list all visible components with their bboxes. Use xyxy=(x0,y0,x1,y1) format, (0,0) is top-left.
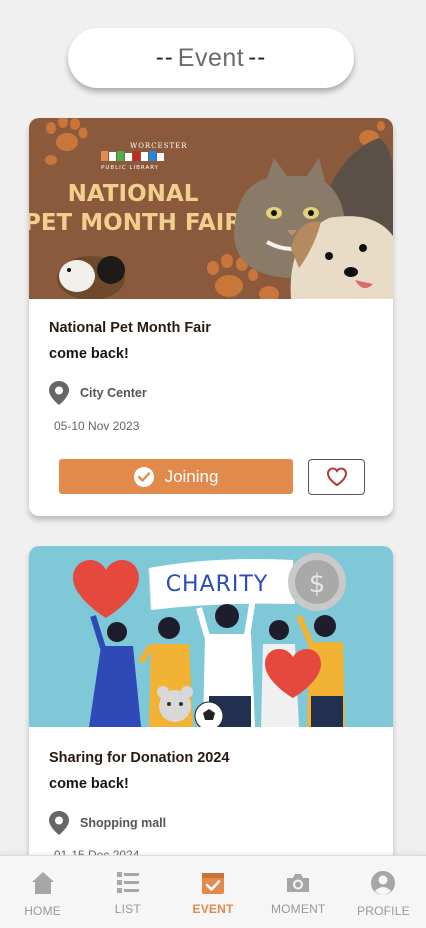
camera-icon xyxy=(287,874,310,892)
calendar-check-icon xyxy=(202,873,224,894)
list-icon xyxy=(116,872,139,893)
title-dash-right: -- xyxy=(248,44,267,71)
guinea-pig-illustration xyxy=(57,256,125,299)
page-title-pill: -- Event -- xyxy=(68,28,354,88)
event-screen: -- Event -- WORCESTER PUBLIC LIBRARY NAT… xyxy=(0,0,426,928)
location-pin-icon xyxy=(49,811,69,835)
event-location: Shopping mall xyxy=(48,810,166,836)
svg-text:PUBLIC LIBRARY: PUBLIC LIBRARY xyxy=(101,165,159,171)
svg-text:$: $ xyxy=(309,569,326,599)
home-icon xyxy=(31,872,54,894)
event-banner-pet-fair[interactable]: WORCESTER PUBLIC LIBRARY NATIONAL PET MO… xyxy=(29,118,393,299)
svg-text:WORCESTER: WORCESTER xyxy=(130,142,188,150)
soccer-ball-illustration xyxy=(194,701,224,727)
nav-label-list: LIST xyxy=(114,902,141,916)
nav-item-list[interactable]: LIST xyxy=(85,856,170,928)
event-subtitle: come back! xyxy=(49,776,129,792)
pet-fair-banner-image: WORCESTER PUBLIC LIBRARY NATIONAL PET MO… xyxy=(29,118,393,299)
svg-text:PET MONTH FAIR: PET MONTH FAIR xyxy=(29,210,242,236)
heart-icon xyxy=(326,467,347,487)
charity-banner-image: CHARITY $ xyxy=(29,546,393,727)
event-subtitle: come back! xyxy=(49,346,129,362)
svg-text:NATIONAL: NATIONAL xyxy=(68,181,199,207)
location-text: City Center xyxy=(80,386,147,400)
check-circle-icon xyxy=(133,466,154,487)
page-title: Event xyxy=(177,43,245,72)
nav-label-moment: MOMENT xyxy=(270,902,326,916)
event-banner-donation[interactable]: CHARITY $ xyxy=(29,546,393,727)
joining-button[interactable]: Joining xyxy=(59,459,293,494)
location-text: Shopping mall xyxy=(80,816,167,830)
location-pin-icon xyxy=(49,381,69,405)
event-title[interactable]: Sharing for Donation 2024 xyxy=(49,750,229,766)
nav-label-event: EVENT xyxy=(192,902,234,916)
event-card-donation[interactable]: CHARITY $ Sharing for Donation 2024 come… xyxy=(29,546,393,876)
title-dash-left: -- xyxy=(155,44,174,71)
event-card-pet-fair[interactable]: WORCESTER PUBLIC LIBRARY NATIONAL PET MO… xyxy=(29,118,393,516)
nav-item-moment[interactable]: MOMENT xyxy=(256,856,341,928)
nav-item-home[interactable]: HOME xyxy=(0,856,85,928)
bottom-navigation: HOME LIST EVENT MOMENT PROFILE xyxy=(0,855,426,928)
dollar-coin-illustration: $ xyxy=(288,553,346,611)
nav-label-profile: PROFILE xyxy=(357,904,410,918)
event-location: City Center xyxy=(48,380,147,406)
svg-text:CHARITY: CHARITY xyxy=(166,572,269,597)
nav-item-event[interactable]: EVENT xyxy=(170,856,255,928)
event-title[interactable]: National Pet Month Fair xyxy=(49,320,211,336)
joining-button-label: Joining xyxy=(164,466,219,486)
dog-illustration xyxy=(290,216,393,299)
favorite-button[interactable] xyxy=(308,459,365,495)
nav-item-profile[interactable]: PROFILE xyxy=(341,856,426,928)
user-profile-icon xyxy=(371,871,396,895)
nav-label-home: HOME xyxy=(24,904,61,918)
event-date: 05-10 Nov 2023 xyxy=(54,419,140,433)
